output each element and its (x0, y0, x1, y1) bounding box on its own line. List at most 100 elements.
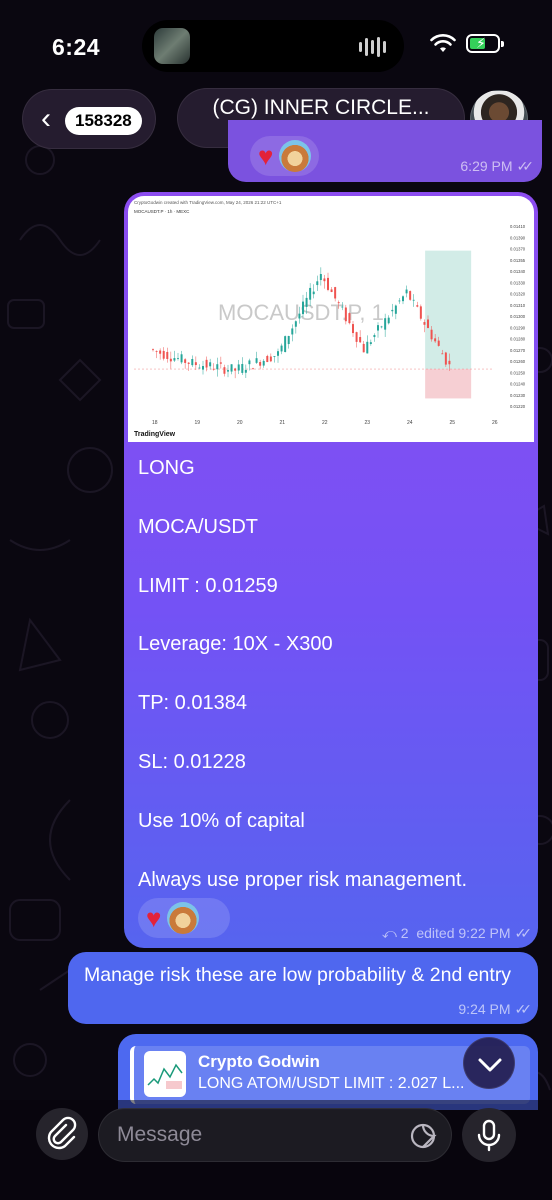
tradingview-brand: TradingView (134, 431, 176, 438)
candle (423, 322, 426, 325)
candle (309, 287, 312, 300)
signal-pair: MOCA/USDT (138, 515, 258, 538)
candle (255, 358, 258, 363)
y-tick-label: 0.01260 (510, 359, 526, 364)
outgoing-message-bubble[interactable]: Manage risk these are low probability & … (68, 952, 538, 1024)
y-tick-label: 0.01220 (510, 404, 526, 409)
candle (169, 358, 172, 362)
chart-credit: CryptoGodwin created with TradingView.co… (134, 200, 282, 205)
candle (244, 369, 247, 373)
signal-message-bubble[interactable]: CryptoGodwin created with TradingView.co… (124, 192, 538, 948)
attach-button[interactable] (36, 1108, 88, 1160)
paperclip-icon (47, 1116, 77, 1150)
candle (155, 350, 158, 352)
candle (187, 362, 190, 364)
audio-waveform-icon (359, 37, 386, 57)
status-bar: 6:24 ⚡ (0, 0, 552, 90)
candle (409, 291, 412, 300)
candle (402, 296, 404, 302)
candle (305, 297, 308, 307)
message-bubble-previous[interactable]: ♥ 6:29 PM ✓✓ (228, 120, 542, 182)
sticker-icon[interactable] (409, 1122, 437, 1150)
candle (202, 366, 204, 370)
candle (327, 277, 329, 290)
signal-direction: LONG (138, 457, 195, 479)
y-tick-label: 0.01250 (510, 370, 526, 375)
candle (266, 355, 269, 363)
candle (334, 287, 337, 299)
candle (380, 326, 383, 328)
candle (262, 360, 265, 366)
y-tick-label: 0.01330 (510, 280, 526, 285)
x-tick-label: 22 (322, 420, 328, 426)
dynamic-island[interactable] (142, 20, 404, 72)
candle (248, 360, 251, 365)
candle (441, 353, 444, 355)
candle (287, 335, 290, 345)
candle (234, 368, 237, 371)
x-tick-label: 26 (492, 420, 498, 426)
x-tick-label: 18 (152, 420, 158, 426)
unread-count-badge: 158328 (65, 107, 142, 135)
y-tick-label: 0.01300 (510, 314, 526, 319)
candle (337, 302, 340, 304)
signal-limit: LIMIT : 0.01259 (138, 574, 278, 597)
candle (398, 300, 401, 302)
x-tick-label: 24 (407, 420, 413, 426)
candle (312, 291, 315, 295)
y-tick-label: 0.01290 (510, 325, 526, 330)
candle (330, 289, 333, 293)
candle (194, 362, 197, 366)
chevron-left-icon: ‹ (41, 102, 51, 135)
signal-sl: SL: 0.01228 (138, 750, 246, 773)
y-tick-label: 0.01270 (510, 348, 526, 353)
y-tick-label: 0.01355 (510, 258, 526, 263)
signal-capital: Use 10% of capital (138, 809, 305, 832)
chart-image[interactable]: CryptoGodwin created with TradingView.co… (128, 196, 534, 442)
now-playing-artwork (154, 28, 190, 64)
candle (341, 306, 344, 308)
status-time: 6:24 (52, 34, 101, 60)
candle (191, 359, 194, 366)
message-time: 6:29 PM ✓✓ (460, 158, 534, 174)
x-tick-label: 19 (195, 420, 201, 426)
candle (377, 325, 379, 331)
reactions[interactable]: ♥ (138, 898, 230, 938)
candle (277, 351, 279, 356)
y-tick-label: 0.01390 (510, 235, 526, 240)
voice-record-button[interactable] (462, 1108, 516, 1162)
tradingview-chart: CryptoGodwin created with TradingView.co… (134, 200, 526, 438)
candle (259, 362, 262, 366)
chart-symbol: MOCAUSDT.P · 1h · MEXC (134, 209, 190, 214)
x-tick-label: 25 (450, 420, 456, 426)
candle (348, 313, 351, 324)
candle (252, 368, 254, 370)
scroll-to-bottom-button[interactable] (463, 1037, 515, 1089)
candle (198, 367, 201, 369)
candle (166, 351, 169, 359)
candle (273, 356, 276, 358)
message-placeholder: Message (117, 1123, 203, 1146)
x-tick-label: 20 (237, 420, 243, 426)
message-input[interactable]: Message (98, 1108, 452, 1162)
candle (269, 356, 272, 362)
reactions[interactable]: ♥ (250, 136, 320, 176)
candle (427, 319, 429, 328)
candle (173, 358, 176, 361)
signal-text: LONG MOCA/USDT LIMIT : 0.01259 Leverage:… (138, 456, 524, 926)
candle (205, 359, 208, 368)
candle (369, 342, 372, 345)
quoted-author: Crypto Godwin (198, 1052, 320, 1071)
reply-count: 2 (400, 925, 409, 941)
candle (302, 301, 304, 315)
candle (180, 354, 183, 363)
candle (284, 336, 287, 352)
candle (391, 309, 394, 312)
candle (323, 278, 326, 282)
outgoing-text: Manage risk these are low probability & … (84, 964, 512, 986)
candle (227, 370, 229, 372)
candle (152, 349, 154, 351)
y-tick-label: 0.01370 (510, 247, 526, 252)
candle (162, 350, 165, 359)
back-button[interactable]: ‹ 158328 (22, 89, 156, 149)
